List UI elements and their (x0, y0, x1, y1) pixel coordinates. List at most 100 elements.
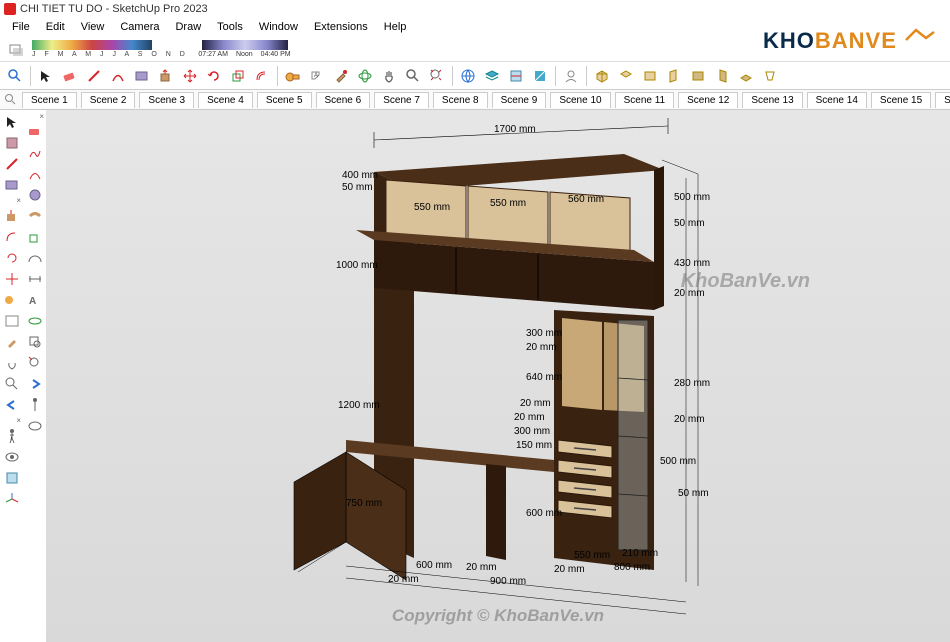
view-top-icon[interactable] (615, 65, 637, 87)
scene-tab[interactable]: Scene 9 (492, 92, 547, 108)
eraser-icon[interactable] (59, 65, 81, 87)
zoomwin-icon[interactable] (25, 332, 45, 352)
section-tool-icon[interactable] (2, 468, 22, 488)
text-icon[interactable]: A (306, 65, 328, 87)
protractor-icon[interactable] (25, 248, 45, 268)
freehand-icon[interactable] (25, 143, 45, 163)
axes-tool-icon[interactable] (2, 489, 22, 509)
scene-tab[interactable]: Scene 1 (22, 92, 77, 108)
offset-icon[interactable] (251, 65, 273, 87)
time-slider[interactable] (202, 40, 288, 50)
menu-tools[interactable]: Tools (209, 21, 251, 33)
menu-view[interactable]: View (73, 21, 113, 33)
select-tool-icon[interactable] (2, 112, 22, 132)
toolbox-close-icon[interactable]: × (16, 416, 23, 425)
toolbox-col-b: × A (23, 110, 46, 642)
menu-file[interactable]: File (4, 21, 38, 33)
scene-tab[interactable]: Scene 14 (807, 92, 867, 108)
look-icon[interactable] (2, 447, 22, 467)
toolbox-close-icon[interactable]: × (16, 196, 23, 205)
scene-tab[interactable]: Scene 10 (550, 92, 610, 108)
dim-label: 280 mm (674, 378, 710, 389)
orbit-tool-icon[interactable] (25, 311, 45, 331)
rotate-icon[interactable] (203, 65, 225, 87)
scene-tab[interactable]: Scene 2 (81, 92, 136, 108)
position-camera-icon[interactable] (25, 395, 45, 415)
walk-icon[interactable] (2, 426, 22, 446)
toolbox-close-icon[interactable]: × (39, 112, 46, 121)
view-left-icon[interactable] (711, 65, 733, 87)
3dtext-icon[interactable]: A (25, 290, 45, 310)
scene-tab[interactable]: Scene 11 (615, 92, 675, 108)
rectangle-icon[interactable] (131, 65, 153, 87)
styles-icon[interactable] (529, 65, 551, 87)
scene-tab[interactable]: Scene 7 (374, 92, 429, 108)
zoom-tool-icon[interactable] (2, 374, 22, 394)
zoomext-icon[interactable] (25, 353, 45, 373)
pan-tool-icon[interactable] (2, 353, 22, 373)
component-icon[interactable] (2, 133, 22, 153)
prev-view-icon[interactable] (2, 395, 22, 415)
view-bottom-icon[interactable] (735, 65, 757, 87)
menu-help[interactable]: Help (376, 21, 415, 33)
scene-search-icon[interactable] (4, 93, 18, 107)
pushpull-tool-icon[interactable] (2, 206, 22, 226)
date-slider[interactable] (32, 40, 152, 50)
scene-tab[interactable]: Scene 4 (198, 92, 253, 108)
scale-icon[interactable] (227, 65, 249, 87)
menu-extensions[interactable]: Extensions (306, 21, 376, 33)
rect-tool-icon[interactable] (2, 175, 22, 195)
circle-icon[interactable] (25, 185, 45, 205)
rotate-tool-icon[interactable] (2, 248, 22, 268)
view-right-icon[interactable] (663, 65, 685, 87)
arc-tool-icon[interactable] (25, 164, 45, 184)
paint-tool-icon[interactable] (2, 332, 22, 352)
move-icon[interactable] (179, 65, 201, 87)
toolbox-col-a: × × (0, 110, 23, 642)
next-view-icon[interactable] (25, 374, 45, 394)
arc-icon[interactable] (107, 65, 129, 87)
menu-camera[interactable]: Camera (112, 21, 167, 33)
scene-tab[interactable]: Scene 8 (433, 92, 488, 108)
view-iso-icon[interactable] (591, 65, 613, 87)
zoom-icon[interactable] (402, 65, 424, 87)
text-tool-icon[interactable] (2, 311, 22, 331)
scene-tab[interactable]: Scene 16 (935, 92, 950, 108)
dimension-icon[interactable] (25, 269, 45, 289)
scene-tab[interactable]: Scene 6 (316, 92, 371, 108)
scene-tab[interactable]: Scene 15 (871, 92, 931, 108)
move-tool-icon[interactable] (2, 269, 22, 289)
geo-icon[interactable] (457, 65, 479, 87)
line-tool-icon[interactable] (2, 154, 22, 174)
eraser-tool-icon[interactable] (25, 122, 45, 142)
shadow-toggle-icon[interactable] (6, 39, 28, 59)
layers-icon[interactable] (481, 65, 503, 87)
followme-icon[interactable] (25, 206, 45, 226)
search-icon[interactable] (4, 65, 26, 87)
eye-icon[interactable] (25, 416, 45, 436)
model-viewport[interactable]: 1700 mm 400 mm 50 mm 550 mm 550 mm 560 m… (46, 110, 950, 642)
select-icon[interactable] (35, 65, 57, 87)
tape-tool-icon[interactable] (2, 290, 22, 310)
pushpull-icon[interactable] (155, 65, 177, 87)
paint-icon[interactable] (330, 65, 352, 87)
menu-draw[interactable]: Draw (167, 21, 209, 33)
menu-window[interactable]: Window (251, 21, 306, 33)
scene-tab[interactable]: Scene 5 (257, 92, 312, 108)
scale-tool-icon[interactable] (25, 227, 45, 247)
offset-tool-icon[interactable] (2, 227, 22, 247)
pan-icon[interactable] (378, 65, 400, 87)
scene-tab[interactable]: Scene 3 (139, 92, 194, 108)
user-icon[interactable] (560, 65, 582, 87)
scene-tab[interactable]: Scene 12 (678, 92, 738, 108)
view-perspective-icon[interactable] (759, 65, 781, 87)
view-back-icon[interactable] (687, 65, 709, 87)
orbit-icon[interactable] (354, 65, 376, 87)
line-icon[interactable] (83, 65, 105, 87)
scene-tab[interactable]: Scene 13 (742, 92, 802, 108)
view-front-icon[interactable] (639, 65, 661, 87)
tape-icon[interactable] (282, 65, 304, 87)
zoom-extents-icon[interactable] (426, 65, 448, 87)
section-icon[interactable] (505, 65, 527, 87)
menu-edit[interactable]: Edit (38, 21, 73, 33)
